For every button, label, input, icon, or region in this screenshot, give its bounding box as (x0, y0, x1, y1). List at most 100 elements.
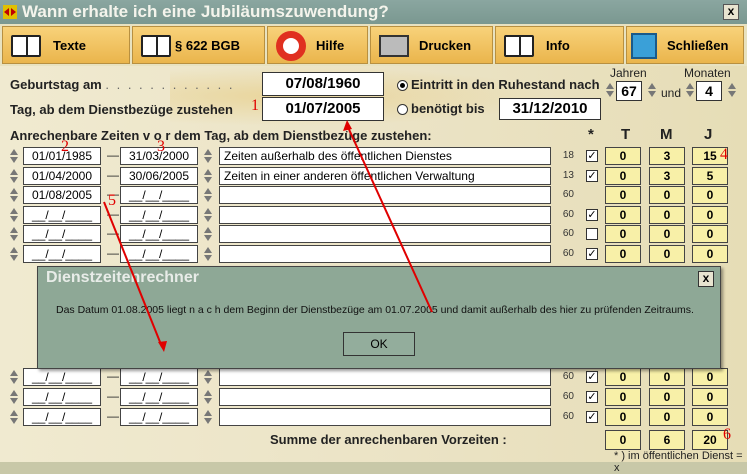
col-t-header: T (621, 126, 631, 143)
row-spinner-right[interactable] (204, 247, 212, 261)
info-button[interactable]: Info (495, 26, 624, 64)
date-from-field[interactable]: __/__/____ (23, 205, 101, 224)
description-field[interactable]: Zeiten in einer anderen öffentlichen Ver… (219, 166, 551, 185)
jahren-spinner[interactable] (606, 83, 614, 97)
radio-benoetigt[interactable] (397, 104, 408, 115)
date-from-field[interactable]: __/__/____ (23, 408, 101, 426)
date-to-field[interactable]: __/__/____ (120, 388, 198, 406)
value-t: 0 (605, 166, 641, 185)
date-to-field[interactable]: __/__/____ (120, 408, 198, 426)
row-spinner-left[interactable] (10, 168, 18, 183)
value-m: 0 (649, 205, 685, 224)
date-to-field[interactable]: __/__/____ (120, 245, 198, 263)
checkbox[interactable]: ✓ (586, 150, 598, 162)
description-field[interactable] (219, 225, 551, 244)
date-from-field[interactable]: __/__/____ (23, 225, 101, 244)
jahren-field[interactable]: 67 (616, 81, 642, 101)
col-m-header: M (660, 126, 673, 143)
date-from-field[interactable]: 01/08/2005 (23, 186, 101, 205)
date-to-field[interactable]: __/__/____ (120, 368, 198, 386)
hilfe-button[interactable]: Hilfe (267, 26, 368, 64)
row-spinner-right[interactable] (204, 207, 212, 222)
row-spinner-right[interactable] (204, 168, 212, 183)
date-to-field[interactable]: __/__/____ (120, 186, 198, 205)
description-field[interactable] (219, 205, 551, 224)
date-from-field[interactable]: __/__/____ (23, 388, 101, 406)
dienstbezuege-label: Tag, ab dem Dienstbezüge zustehen (10, 102, 233, 117)
jahren-spinner-right[interactable] (648, 83, 656, 97)
value-m: 0 (649, 186, 685, 205)
description-field[interactable]: Zeiten außerhalb des öffentlichen Dienst… (219, 147, 551, 165)
col-j-header: J (704, 126, 713, 143)
value-j: 5 (692, 166, 728, 185)
row-spinner-left[interactable] (10, 188, 18, 203)
benoetigt-field[interactable]: 31/12/2010 (499, 98, 601, 120)
row-spinner-left[interactable] (10, 390, 18, 404)
dialog-close-button[interactable]: x (698, 271, 714, 287)
row-spinner-left[interactable] (10, 207, 18, 222)
value-j: 0 (692, 368, 728, 386)
jahren-label: Jahren (610, 66, 647, 80)
value-j: 0 (692, 205, 728, 224)
radio-ruhestand[interactable] (397, 80, 408, 91)
checkbox[interactable]: ✓ (586, 169, 598, 182)
checkbox[interactable]: ✓ (586, 208, 598, 221)
date-to-field[interactable]: 30/06/2005 (120, 166, 198, 185)
description-field[interactable] (219, 408, 551, 426)
percent-value: 60 (562, 189, 574, 201)
dialog-ok-button[interactable]: OK (343, 332, 415, 356)
row-spinner-right[interactable] (204, 390, 212, 404)
app-window: Wann erhalte ich eine Jubiläumszuwendung… (0, 0, 747, 474)
monaten-spinner[interactable] (686, 83, 694, 97)
birthday-label: Geburtstag am . . . . . . . . . . . . (10, 77, 235, 92)
value-j: 0 (692, 388, 728, 406)
checkbox[interactable]: ✓ (586, 371, 598, 383)
description-field[interactable] (219, 186, 551, 205)
exit-door-icon (631, 33, 657, 59)
row-spinner-left[interactable] (10, 149, 18, 163)
window-close-button[interactable]: x (723, 4, 739, 20)
footer-note: * ) im öffentlichen Dienst = x (614, 450, 743, 474)
checkbox[interactable] (586, 228, 598, 241)
bgb-622-button[interactable]: § 622 BGB (132, 26, 265, 64)
description-field[interactable] (219, 245, 551, 263)
row-spinner-right[interactable] (204, 410, 212, 424)
book-icon (141, 35, 171, 57)
book-icon (504, 35, 534, 57)
date-from-field[interactable]: 01/04/2000 (23, 166, 101, 185)
value-m: 0 (649, 388, 685, 406)
texte-button[interactable]: Texte (2, 26, 130, 64)
drucken-button[interactable]: Drucken (370, 26, 493, 64)
row-spinner-left[interactable] (10, 370, 18, 384)
monaten-field[interactable]: 4 (696, 81, 722, 101)
row-spinner-left[interactable] (10, 410, 18, 424)
value-t: 0 (605, 408, 641, 426)
checkbox[interactable]: ✓ (586, 248, 598, 260)
value-j: 0 (692, 225, 728, 244)
percent-value: 60 (562, 391, 574, 402)
birthday-field[interactable]: 07/08/1960 (262, 72, 384, 96)
dienstbezuege-field[interactable]: 01/07/2005 (262, 97, 384, 121)
checkbox[interactable]: ✓ (586, 391, 598, 403)
schliessen-button[interactable]: Schließen (626, 26, 744, 64)
monaten-spinner-right[interactable] (728, 83, 736, 97)
book-icon (11, 35, 41, 57)
value-t: 0 (605, 388, 641, 406)
annotation-1: 1 (251, 97, 259, 114)
value-j: 0 (692, 186, 728, 205)
value-j: 0 (692, 245, 728, 263)
row-spinner-right[interactable] (204, 149, 212, 163)
date-to-field[interactable]: __/__/____ (120, 225, 198, 244)
date-dash: — (107, 389, 119, 403)
row-spinner-right[interactable] (204, 227, 212, 242)
date-from-field[interactable]: __/__/____ (23, 368, 101, 386)
row-spinner-left[interactable] (10, 227, 18, 242)
description-field[interactable] (219, 368, 551, 386)
description-field[interactable] (219, 388, 551, 406)
row-spinner-right[interactable] (204, 188, 212, 203)
checkbox[interactable]: ✓ (586, 411, 598, 423)
row-spinner-left[interactable] (10, 247, 18, 261)
date-to-field[interactable]: __/__/____ (120, 205, 198, 224)
date-from-field[interactable]: __/__/____ (23, 245, 101, 263)
row-spinner-right[interactable] (204, 370, 212, 384)
